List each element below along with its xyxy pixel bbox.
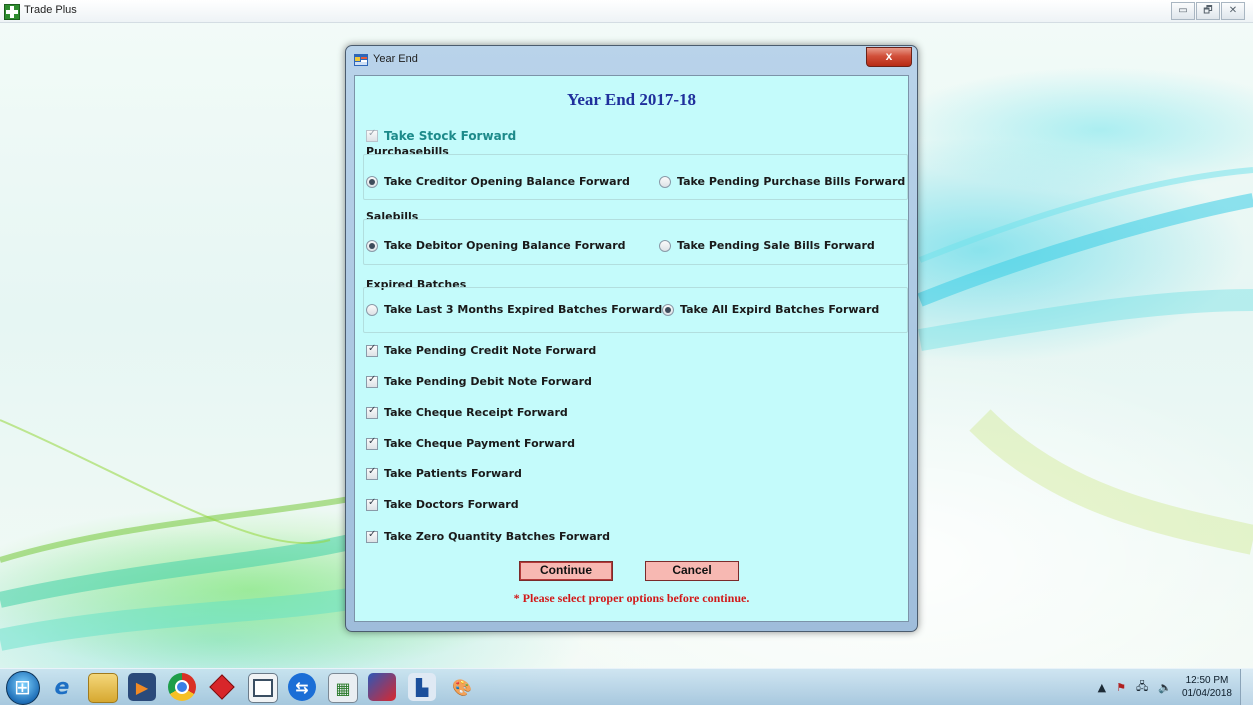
restore-button[interactable]: 🗗	[1196, 2, 1220, 20]
diamond-shape	[209, 674, 235, 700]
pending-sale-bills-radio[interactable]: Take Pending Sale Bills Forward	[659, 239, 875, 252]
volume-icon[interactable]: 🔈	[1158, 681, 1172, 694]
radio-label: Take Last 3 Months Expired Batches Forwa…	[384, 303, 663, 316]
trade-plus-app-icon	[4, 4, 20, 20]
creditor-opening-balance-radio[interactable]: Take Creditor Opening Balance Forward	[366, 175, 630, 188]
patients-checkbox[interactable]: Take Patients Forward	[366, 466, 522, 480]
take-stock-forward-label: Take Stock Forward	[384, 129, 517, 143]
checkbox-label: Take Patients Forward	[384, 467, 522, 480]
show-hidden-icons-button[interactable]: ▲	[1098, 681, 1106, 694]
chrome-center	[175, 680, 189, 694]
dialog-close-button[interactable]: x	[866, 47, 912, 67]
year-end-heading: Year End 2017-18	[566, 90, 697, 109]
year-end-dialog: Year End x Year End 2017-18 Take Stock F…	[345, 45, 918, 632]
checkbox-box[interactable]	[366, 497, 378, 511]
internet-explorer-icon[interactable]: e	[48, 673, 76, 701]
checkbox-box[interactable]	[366, 343, 378, 357]
action-center-flag-icon[interactable]: ⚑	[1116, 681, 1126, 694]
radio-label: Take Pending Sale Bills Forward	[677, 239, 875, 252]
checkbox-box[interactable]	[366, 466, 378, 480]
media-player-icon[interactable]: ▶	[128, 673, 156, 701]
cheque-receipt-checkbox[interactable]: Take Cheque Receipt Forward	[366, 405, 568, 419]
radio-circle[interactable]	[659, 239, 671, 252]
checkbox-box[interactable]	[366, 436, 378, 450]
zero-quantity-batches-checkbox[interactable]: Take Zero Quantity Batches Forward	[366, 529, 610, 543]
checkbox-box[interactable]	[366, 529, 378, 543]
radio-label: Take All Expird Batches Forward	[680, 303, 880, 316]
pending-debit-note-checkbox[interactable]: Take Pending Debit Note Forward	[366, 374, 592, 388]
checkbox-box[interactable]	[366, 128, 378, 142]
red-diamond-app-icon[interactable]	[208, 673, 236, 701]
pending-credit-note-checkbox[interactable]: Take Pending Credit Note Forward	[366, 343, 597, 357]
continue-button[interactable]: Continue	[519, 561, 613, 581]
start-orb-icon[interactable]	[6, 671, 40, 705]
show-desktop-button[interactable]	[1240, 669, 1253, 705]
checkbox-box[interactable]	[366, 405, 378, 419]
cheque-payment-checkbox[interactable]: Take Cheque Payment Forward	[366, 436, 575, 450]
radio-label: Take Pending Purchase Bills Forward	[677, 175, 906, 188]
debitor-opening-balance-radio[interactable]: Take Debitor Opening Balance Forward	[366, 239, 626, 252]
radio-label: Take Debitor Opening Balance Forward	[384, 239, 626, 252]
app-window-controls: ▭ 🗗 ✕	[1170, 2, 1245, 20]
system-tray: ▲ ⚑ 🖧 🔈 12:50 PM 01/04/2018	[1098, 669, 1253, 705]
radio-label: Take Creditor Opening Balance Forward	[384, 175, 630, 188]
cancel-button[interactable]: Cancel	[645, 561, 739, 581]
taskbar: e ▶ ⇆ ▦ ▙ 🎨 ▲ ⚑ 🖧 🔈 12:50 PM 01/04/2018	[0, 668, 1253, 705]
radio-circle[interactable]	[366, 239, 378, 252]
calculator-app-icon[interactable]: ▦	[328, 673, 358, 703]
network-app-icon[interactable]: ▙	[408, 673, 436, 701]
close-app-button[interactable]: ✕	[1221, 2, 1245, 20]
doctors-checkbox[interactable]: Take Doctors Forward	[366, 497, 519, 511]
take-stock-forward-checkbox[interactable]: Take Stock Forward	[366, 128, 517, 143]
clock-time: 12:50 PM	[1185, 675, 1229, 686]
checkbox-label: Take Zero Quantity Batches Forward	[384, 530, 610, 543]
radio-circle[interactable]	[366, 175, 378, 188]
checkbox-label: Take Doctors Forward	[384, 498, 519, 511]
app-title: Trade Plus	[24, 4, 77, 16]
network-icon[interactable]: 🖧	[1136, 678, 1148, 697]
paint-brush-app-icon[interactable]	[368, 673, 396, 701]
radio-circle[interactable]	[662, 303, 674, 316]
all-expired-batches-radio[interactable]: Take All Expird Batches Forward	[662, 303, 879, 316]
checkbox-label: Take Cheque Payment Forward	[384, 437, 575, 450]
file-explorer-icon[interactable]	[88, 673, 118, 703]
checkbox-label: Take Cheque Receipt Forward	[384, 406, 568, 419]
checkbox-box[interactable]	[366, 374, 378, 388]
clock[interactable]: 12:50 PM 01/04/2018	[1182, 674, 1232, 700]
warning-note: * Please select proper options before co…	[513, 591, 750, 605]
clock-date: 01/04/2018	[1181, 688, 1232, 699]
window-app-icon[interactable]	[248, 673, 278, 703]
window-shape	[253, 679, 273, 697]
checkbox-label: Take Pending Credit Note Forward	[384, 344, 597, 357]
checkbox-label: Take Pending Debit Note Forward	[384, 375, 592, 388]
app-titlebar: Trade Plus ▭ 🗗 ✕	[0, 0, 1253, 23]
last-3-months-expired-radio[interactable]: Take Last 3 Months Expired Batches Forwa…	[366, 303, 662, 316]
paint-palette-icon[interactable]: 🎨	[448, 673, 476, 701]
pending-purchase-bills-radio[interactable]: Take Pending Purchase Bills Forward	[659, 175, 905, 188]
form-window-icon	[354, 54, 368, 66]
dialog-content: Year End 2017-18 Take Stock Forward Purc…	[354, 75, 909, 622]
teamviewer-icon[interactable]: ⇆	[288, 673, 316, 701]
radio-circle[interactable]	[659, 175, 671, 188]
radio-circle[interactable]	[366, 303, 378, 316]
minimize-button[interactable]: ▭	[1171, 2, 1195, 20]
dialog-title: Year End	[373, 53, 418, 65]
chrome-icon[interactable]	[168, 673, 196, 701]
